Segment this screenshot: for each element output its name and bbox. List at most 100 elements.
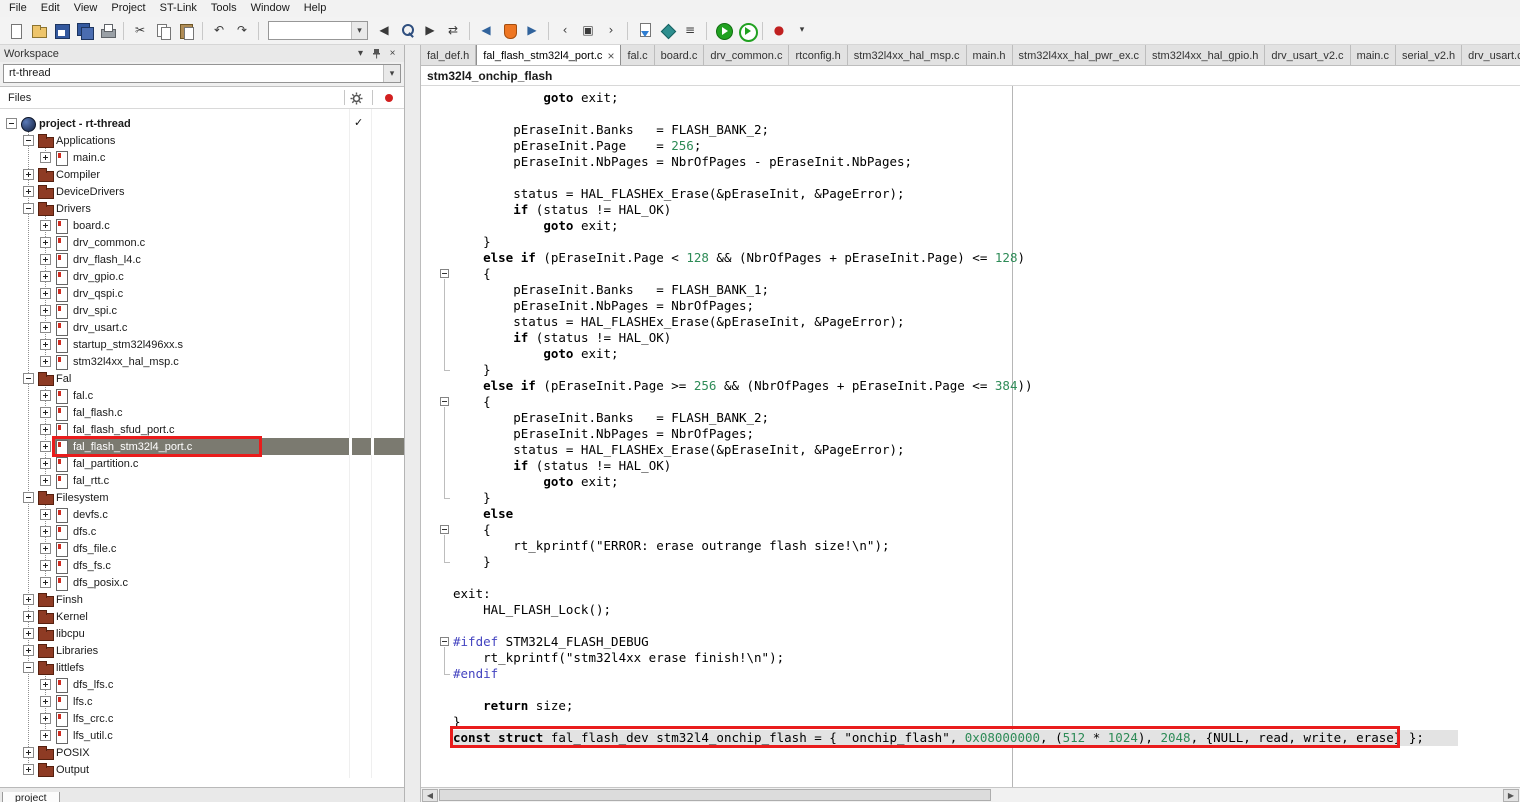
workspace-tab-project[interactable]: project [2, 792, 60, 802]
tree-item-fal-flash-c[interactable]: fal_flash.c [0, 404, 404, 421]
expand-icon[interactable] [23, 764, 34, 775]
tab-drv-usart-v2-c[interactable]: drv_usart_v2.c [1265, 45, 1351, 65]
tree-item-devicedrivers[interactable]: DeviceDrivers [0, 183, 404, 200]
search-combo[interactable]: ▾ [268, 21, 368, 40]
tree-item-compiler[interactable]: Compiler [0, 166, 404, 183]
tree-item-drv-flash-l4-c[interactable]: drv_flash_l4.c [0, 251, 404, 268]
configuration-selector[interactable]: rt-thread ▾ [3, 64, 401, 83]
expand-icon[interactable] [40, 339, 51, 350]
tree-item-dfs-fs-c[interactable]: dfs_fs.c [0, 557, 404, 574]
expand-icon[interactable] [23, 611, 34, 622]
code-line[interactable] [421, 618, 1520, 634]
close-tab-icon[interactable]: × [607, 50, 614, 62]
expand-icon[interactable] [40, 356, 51, 367]
expand-icon[interactable] [23, 628, 34, 639]
code-line[interactable]: else [421, 506, 1520, 522]
collapse-icon[interactable] [23, 662, 34, 673]
code-line[interactable]: status = HAL_FLASHEx_Erase(&pEraseInit, … [421, 314, 1520, 330]
tree-item-drv-usart-c[interactable]: drv_usart.c [0, 319, 404, 336]
tree-item-stm32l4xx-hal-msp-c[interactable]: stm32l4xx_hal_msp.c [0, 353, 404, 370]
code-line[interactable]: { [421, 522, 1520, 538]
save-button[interactable] [50, 20, 72, 42]
code-line[interactable]: { [421, 266, 1520, 282]
expand-icon[interactable] [40, 543, 51, 554]
expand-icon[interactable] [40, 254, 51, 265]
expand-icon[interactable] [40, 407, 51, 418]
expand-icon[interactable] [23, 186, 34, 197]
collapse-region-icon[interactable] [440, 525, 449, 534]
expand-icon[interactable] [40, 713, 51, 724]
toolbar-options-button[interactable]: ▾ [791, 20, 813, 42]
collapse-icon[interactable] [23, 373, 34, 384]
expand-icon[interactable] [40, 441, 51, 452]
tree-item-libcpu[interactable]: libcpu [0, 625, 404, 642]
tab-stm32l4xx-hal-gpio-h[interactable]: stm32l4xx_hal_gpio.h [1146, 45, 1266, 65]
scroll-left-icon[interactable]: ◀ [422, 789, 438, 802]
expand-icon[interactable] [40, 288, 51, 299]
code-line[interactable]: goto exit; [421, 218, 1520, 234]
menu-edit[interactable]: Edit [34, 0, 67, 17]
menu-project[interactable]: Project [104, 0, 152, 17]
menu-file[interactable]: File [2, 0, 34, 17]
search-combo-dropdown-icon[interactable]: ▾ [351, 22, 367, 39]
chevron-down-icon[interactable]: ▾ [383, 65, 400, 82]
tree-item-lfs-util-c[interactable]: lfs_util.c [0, 727, 404, 744]
cut-button[interactable]: ✂ [129, 20, 151, 42]
tab-rtconfig-h[interactable]: rtconfig.h [789, 45, 848, 65]
expand-icon[interactable] [23, 169, 34, 180]
code-line[interactable]: HAL_FLASH_Lock(); [421, 602, 1520, 618]
search-combo-value[interactable] [269, 22, 351, 39]
tree-item-lfs-c[interactable]: lfs.c [0, 693, 404, 710]
code-line[interactable]: status = HAL_FLASHEx_Erase(&pEraseInit, … [421, 186, 1520, 202]
tree-item-output[interactable]: Output [0, 761, 404, 778]
tree-item-littlefs[interactable]: littlefs [0, 659, 404, 676]
pin-icon[interactable] [369, 47, 384, 61]
tab-drv-common-c[interactable]: drv_common.c [704, 45, 790, 65]
compile-button[interactable] [633, 20, 655, 42]
new-document-button[interactable] [4, 20, 26, 42]
expand-icon[interactable] [40, 390, 51, 401]
code-line[interactable]: pEraseInit.Banks = FLASH_BANK_2; [421, 122, 1520, 138]
toggle-bookmark-button[interactable]: ▣ [577, 20, 599, 42]
tree-item-filesystem[interactable]: Filesystem [0, 489, 404, 506]
code-line[interactable]: } [421, 554, 1520, 570]
redo-button[interactable]: ↷ [231, 20, 253, 42]
expand-icon[interactable] [40, 560, 51, 571]
tree-item-posix[interactable]: POSIX [0, 744, 404, 761]
menu-window[interactable]: Window [244, 0, 297, 17]
tree-item-drv-common-c[interactable]: drv_common.c [0, 234, 404, 251]
collapse-region-icon[interactable] [440, 637, 449, 646]
code-line[interactable]: pEraseInit.Banks = FLASH_BANK_2; [421, 410, 1520, 426]
previous-bookmark-button[interactable]: ‹ [554, 20, 576, 42]
tree-item-fal[interactable]: Fal [0, 370, 404, 387]
code-line[interactable] [421, 570, 1520, 586]
fold-toggle[interactable] [439, 522, 453, 538]
tree-item-lfs-crc-c[interactable]: lfs_crc.c [0, 710, 404, 727]
tab-drv-usart-c[interactable]: drv_usart.c [1462, 45, 1520, 65]
collapse-region-icon[interactable] [440, 269, 449, 278]
code-line[interactable]: pEraseInit.NbPages = NbrOfPages; [421, 426, 1520, 442]
tab-fal-flash-stm32l4-port-c[interactable]: fal_flash_stm32l4_port.c × [476, 45, 622, 65]
code-line[interactable]: rt_kprintf("ERROR: erase outrange flash … [421, 538, 1520, 554]
tree-item-dfs-file-c[interactable]: dfs_file.c [0, 540, 404, 557]
tree-item-dfs-c[interactable]: dfs.c [0, 523, 404, 540]
debug-without-downloading-button[interactable] [735, 20, 758, 42]
menu-view[interactable]: View [67, 0, 105, 17]
tab-board-c[interactable]: board.c [654, 45, 705, 65]
code-line[interactable]: pEraseInit.NbPages = NbrOfPages; [421, 298, 1520, 314]
navigate-back-button[interactable]: ◀ [475, 20, 497, 42]
st-link-button[interactable] [498, 20, 520, 42]
code-line[interactable]: if (status != HAL_OK) [421, 202, 1520, 218]
tree-item-dfs-lfs-c[interactable]: dfs_lfs.c [0, 676, 404, 693]
code-line[interactable]: pEraseInit.Banks = FLASH_BANK_1; [421, 282, 1520, 298]
code-line[interactable]: return size; [421, 698, 1520, 714]
undo-button[interactable]: ↶ [208, 20, 230, 42]
expand-icon[interactable] [23, 645, 34, 656]
download-and-debug-button[interactable] [712, 20, 734, 42]
tree-item-applications[interactable]: Applications [0, 132, 404, 149]
batch-build-button[interactable]: ≡ [679, 20, 701, 42]
code-line[interactable]: } [421, 490, 1520, 506]
code-line[interactable]: pEraseInit.Page = 256; [421, 138, 1520, 154]
replace-button[interactable]: ⇄ [442, 20, 464, 42]
code-line[interactable]: else if (pEraseInit.Page < 128 && (NbrOf… [421, 250, 1520, 266]
